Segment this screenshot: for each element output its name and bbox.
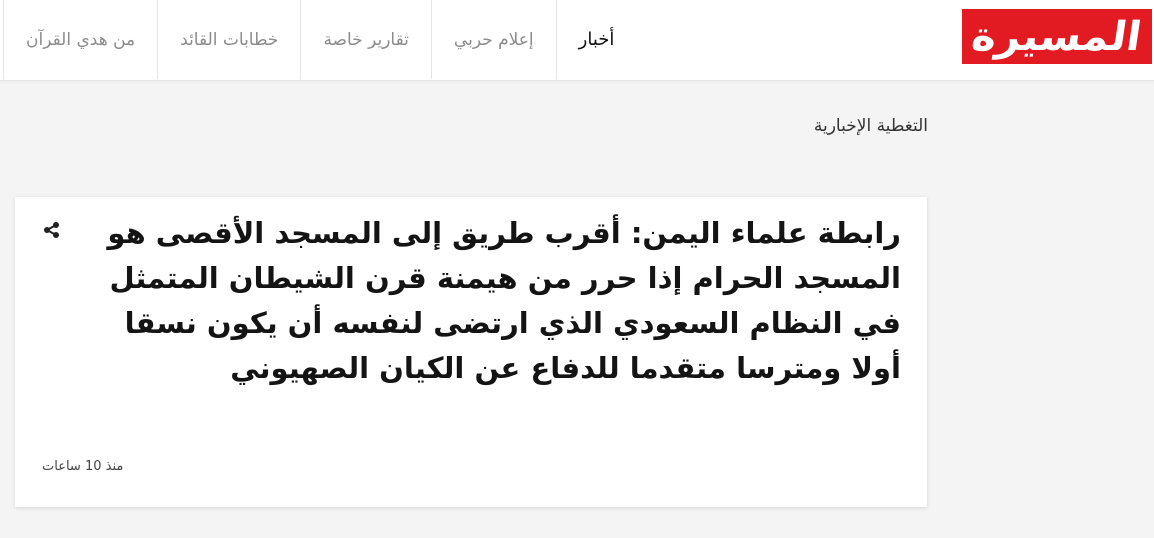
logo-text: المسيرة (969, 13, 1145, 60)
nav-item-quran-guidance[interactable]: من هدي القرآن (3, 0, 157, 79)
nav-item-special-reports[interactable]: تقارير خاصة (300, 0, 430, 79)
article-timestamp: منذ 10 ساعات (42, 459, 124, 474)
section-title: التغطية الإخبارية (813, 116, 928, 136)
top-navbar: المسيرة أخبار إعلام حربي تقارير خاصة خطا… (0, 0, 1154, 81)
main-nav: أخبار إعلام حربي تقارير خاصة خطابات القا… (3, 0, 636, 79)
nav-item-news[interactable]: أخبار (555, 0, 637, 79)
article-headline[interactable]: رابطة علماء اليمن: أقرب طريق إلى المسجد … (91, 211, 901, 391)
news-card[interactable]: رابطة علماء اليمن: أقرب طريق إلى المسجد … (15, 197, 927, 507)
nav-item-war-media[interactable]: إعلام حربي (430, 0, 556, 79)
nav-item-leader-speeches[interactable]: خطابات القائد (157, 0, 300, 79)
share-icon[interactable] (43, 221, 61, 239)
site-logo[interactable]: المسيرة (962, 9, 1152, 64)
